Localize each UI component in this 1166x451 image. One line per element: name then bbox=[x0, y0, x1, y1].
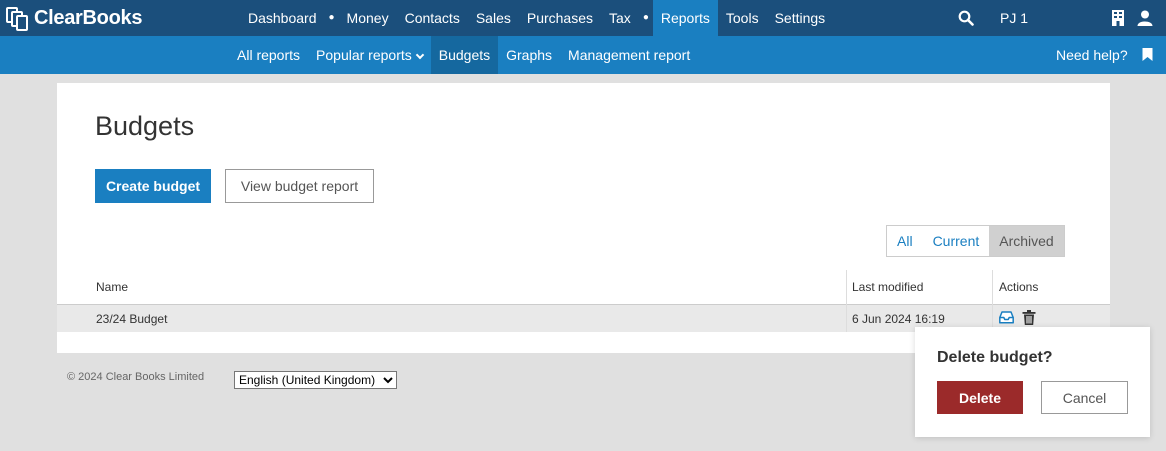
budgets-panel: Budgets Create budget View budget report… bbox=[57, 83, 1110, 353]
unarchive-icon[interactable] bbox=[999, 311, 1014, 324]
subnav-popular-reports-label: Popular reports bbox=[316, 47, 412, 63]
logo-icon bbox=[6, 5, 32, 31]
nav-money[interactable]: Money bbox=[339, 0, 397, 36]
nav-sales[interactable]: Sales bbox=[468, 0, 519, 36]
company-name[interactable]: PJ 1 bbox=[1000, 0, 1028, 36]
nav-dashboard[interactable]: Dashboard bbox=[240, 0, 325, 36]
trash-icon[interactable] bbox=[1022, 310, 1036, 325]
confirm-delete-button[interactable]: Delete bbox=[937, 381, 1023, 414]
main-menu: Dashboard ● Money Contacts Sales Purchas… bbox=[240, 0, 833, 36]
nav-tax[interactable]: Tax bbox=[601, 0, 639, 36]
nav-contacts[interactable]: Contacts bbox=[397, 0, 468, 36]
copyright-text: © 2024 Clear Books Limited bbox=[67, 371, 205, 383]
reports-submenu: All reports Popular reports Budgets Grap… bbox=[229, 36, 698, 74]
nav-separator-dot: ● bbox=[642, 12, 649, 23]
page-title: Budgets bbox=[95, 111, 195, 141]
subnav-budgets[interactable]: Budgets bbox=[430, 36, 499, 74]
nav-reports[interactable]: Reports bbox=[652, 0, 718, 36]
logo-text: ClearBooks bbox=[34, 6, 143, 29]
filter-all[interactable]: All bbox=[887, 226, 923, 256]
create-budget-button[interactable]: Create budget bbox=[95, 169, 211, 203]
clearbooks-logo[interactable]: ClearBooks bbox=[6, 5, 142, 31]
view-budget-report-button[interactable]: View budget report bbox=[225, 169, 374, 203]
subnav-management-report[interactable]: Management report bbox=[560, 36, 698, 74]
language-select[interactable]: English (United Kingdom) bbox=[234, 371, 397, 389]
filter-archived[interactable]: Archived bbox=[989, 226, 1064, 256]
cancel-button[interactable]: Cancel bbox=[1041, 381, 1128, 414]
nav-settings[interactable]: Settings bbox=[767, 0, 834, 36]
budget-status-filter: All Current Archived bbox=[886, 225, 1065, 257]
nav-purchases[interactable]: Purchases bbox=[519, 0, 601, 36]
subnav-popular-reports[interactable]: Popular reports bbox=[308, 36, 431, 74]
building-icon[interactable] bbox=[1111, 10, 1125, 26]
subnav-all-reports[interactable]: All reports bbox=[229, 36, 308, 74]
subnav-graphs[interactable]: Graphs bbox=[498, 36, 560, 74]
column-header-actions: Actions bbox=[999, 280, 1039, 294]
need-help-link[interactable]: Need help? bbox=[1056, 36, 1128, 74]
column-divider bbox=[846, 270, 847, 332]
nav-separator-dot: ● bbox=[328, 12, 335, 23]
delete-budget-popover: Delete budget? Delete Cancel bbox=[915, 327, 1150, 437]
popover-title: Delete budget? bbox=[937, 349, 1053, 366]
budget-name: 23/24 Budget bbox=[96, 312, 168, 326]
filter-current[interactable]: Current bbox=[923, 226, 990, 256]
nav-tools[interactable]: Tools bbox=[718, 0, 767, 36]
column-header-last-modified[interactable]: Last modified bbox=[852, 270, 923, 304]
chevron-down-icon bbox=[415, 50, 424, 60]
search-icon[interactable] bbox=[958, 10, 974, 26]
user-icon[interactable] bbox=[1137, 10, 1153, 26]
bookmark-icon[interactable] bbox=[1142, 48, 1153, 61]
reports-subnavigation: All reports Popular reports Budgets Grap… bbox=[0, 36, 1166, 74]
column-divider bbox=[992, 270, 993, 332]
column-header-name[interactable]: Name bbox=[96, 270, 128, 304]
top-navigation-bar: ClearBooks Dashboard ● Money Contacts Sa… bbox=[0, 0, 1166, 36]
